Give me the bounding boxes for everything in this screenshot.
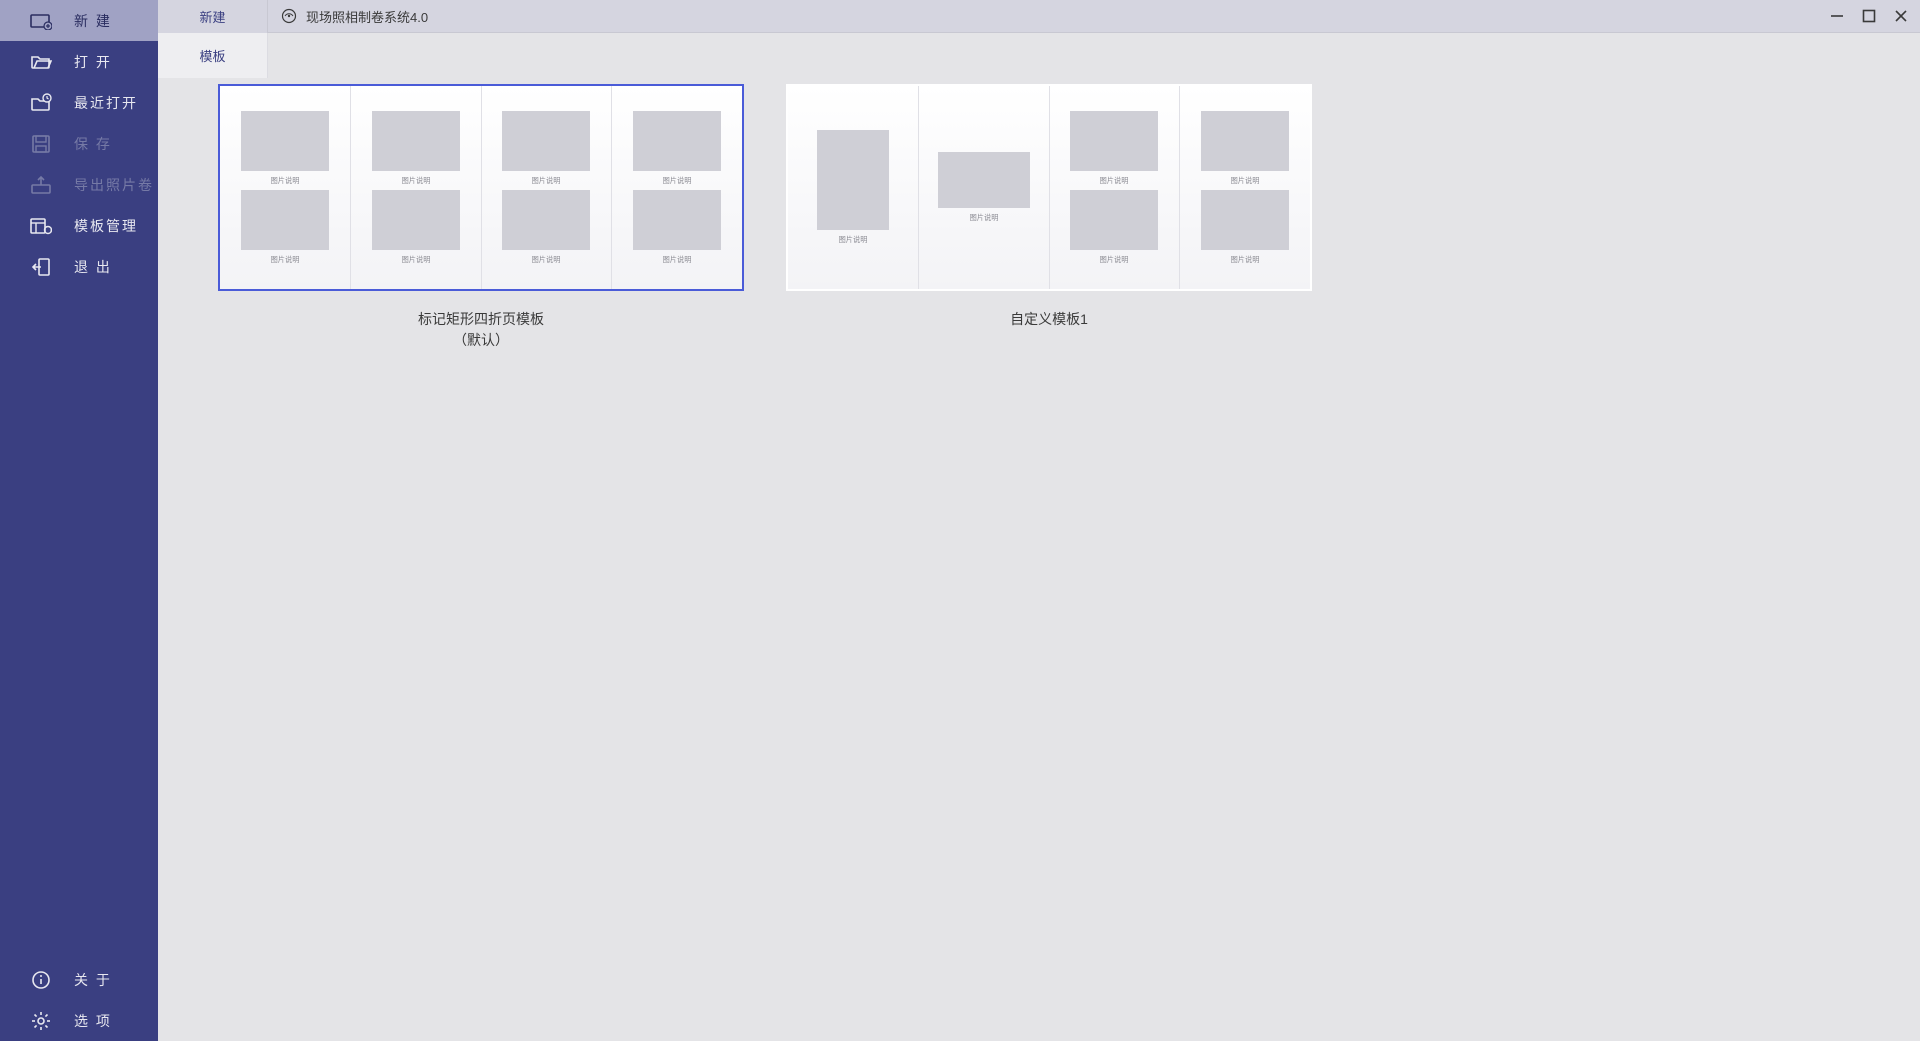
template-preview: 图片说明 图片说明 图片说明 图片说明 图片说明 图片说明: [218, 84, 744, 291]
placeholder-image: [372, 190, 460, 250]
save-icon: [30, 133, 52, 155]
placeholder-caption: 图片说明: [1231, 175, 1260, 185]
preview-page: 图片说明 图片说明: [1180, 86, 1310, 289]
template-title: 标记矩形四折页模板 （默认）: [418, 309, 544, 351]
sidebar-item-label: 选 项: [74, 1011, 112, 1031]
titlebar-tab-new[interactable]: 新建: [158, 0, 268, 33]
sidebar-item-about[interactable]: 关 于: [0, 959, 158, 1000]
sidebar-item-label: 最近打开: [74, 93, 138, 113]
placeholder-image: [1201, 190, 1289, 250]
sidebar-item-save: 保 存: [0, 123, 158, 164]
subtab-label: 模板: [199, 46, 225, 65]
placeholder-caption: 图片说明: [401, 254, 430, 264]
category-tabs: 模板: [158, 33, 1920, 78]
app-title: 现场照相制卷系统4.0: [306, 7, 428, 26]
sidebar-item-label: 保 存: [74, 134, 112, 154]
placeholder-caption: 图片说明: [969, 213, 998, 223]
sidebar-item-new[interactable]: 新 建: [0, 0, 158, 41]
preview-page: 图片说明 图片说明: [612, 86, 742, 289]
sidebar-item-label: 导出照片卷: [74, 175, 154, 195]
preview-page: 图片说明 图片说明: [482, 86, 613, 289]
placeholder-image: [633, 190, 721, 250]
placeholder-image: [241, 190, 329, 250]
sidebar-item-options[interactable]: 选 项: [0, 1000, 158, 1041]
sidebar-item-label: 模板管理: [74, 216, 138, 236]
placeholder-image: [1070, 111, 1158, 171]
placeholder-image: [1201, 111, 1289, 171]
app-icon: [280, 7, 298, 25]
main-area: 新建 现场照相制卷系统4.0 模板: [158, 0, 1920, 1041]
placeholder-caption: 图片说明: [532, 254, 561, 264]
template-list: 图片说明 图片说明 图片说明 图片说明 图片说明 图片说明: [218, 84, 1860, 351]
titlebar-tab-label: 新建: [199, 7, 225, 26]
sidebar-item-export: 导出照片卷: [0, 164, 158, 205]
titlebar: 新建 现场照相制卷系统4.0: [158, 0, 1920, 33]
sidebar-item-label: 打 开: [74, 52, 112, 72]
template-name: 自定义模板1: [1010, 309, 1088, 330]
sidebar-item-exit[interactable]: 退 出: [0, 246, 158, 287]
preview-page: 图片说明 图片说明: [1050, 86, 1181, 289]
sidebar-item-label: 新 建: [74, 11, 112, 31]
preview-page: 图片说明: [919, 86, 1050, 289]
placeholder-image: [938, 152, 1030, 208]
sidebar-item-template-mgmt[interactable]: 模板管理: [0, 205, 158, 246]
placeholder-caption: 图片说明: [663, 254, 692, 264]
gear-icon: [30, 1010, 52, 1032]
placeholder-caption: 图片说明: [1231, 254, 1260, 264]
window-controls: [1828, 7, 1920, 25]
placeholder-caption: 图片说明: [1100, 254, 1129, 264]
minimize-icon[interactable]: [1828, 7, 1846, 25]
folder-open-icon: [30, 51, 52, 73]
placeholder-image: [1070, 190, 1158, 250]
info-icon: [30, 969, 52, 991]
sidebar: 新 建 打 开 最近打开 保 存 导出照片卷 模板管理 退 出: [0, 0, 158, 1041]
export-icon: [30, 174, 52, 196]
placeholder-image: [241, 111, 329, 171]
placeholder-image: [372, 111, 460, 171]
placeholder-image: [817, 130, 889, 230]
placeholder-image: [502, 190, 590, 250]
template-name: 标记矩形四折页模板: [418, 309, 544, 330]
template-title: 自定义模板1: [1010, 309, 1088, 330]
sidebar-item-label: 退 出: [74, 257, 112, 277]
preview-page: 图片说明 图片说明: [351, 86, 482, 289]
maximize-icon[interactable]: [1860, 7, 1878, 25]
placeholder-caption: 图片说明: [663, 175, 692, 185]
app-title-area: 现场照相制卷系统4.0: [268, 7, 428, 26]
new-icon: [30, 10, 52, 32]
close-icon[interactable]: [1892, 7, 1910, 25]
sidebar-item-open[interactable]: 打 开: [0, 41, 158, 82]
folder-recent-icon: [30, 92, 52, 114]
placeholder-image: [633, 111, 721, 171]
preview-page: 图片说明 图片说明: [220, 86, 351, 289]
placeholder-image: [502, 111, 590, 171]
template-mgmt-icon: [30, 215, 52, 237]
placeholder-caption: 图片说明: [270, 254, 299, 264]
sidebar-item-label: 关 于: [74, 970, 112, 990]
preview-page: 图片说明: [788, 86, 919, 289]
placeholder-caption: 图片说明: [838, 235, 867, 245]
placeholder-caption: 图片说明: [270, 175, 299, 185]
subtab-templates[interactable]: 模板: [158, 33, 268, 78]
template-subtitle: （默认）: [418, 330, 544, 351]
template-card[interactable]: 图片说明 图片说明 图片说明 图片说明 图片说明: [786, 84, 1312, 330]
exit-icon: [30, 256, 52, 278]
placeholder-caption: 图片说明: [532, 175, 561, 185]
content: 图片说明 图片说明 图片说明 图片说明 图片说明 图片说明: [158, 78, 1920, 1041]
placeholder-caption: 图片说明: [1100, 175, 1129, 185]
placeholder-caption: 图片说明: [401, 175, 430, 185]
template-preview: 图片说明 图片说明 图片说明 图片说明 图片说明: [786, 84, 1312, 291]
sidebar-item-recent[interactable]: 最近打开: [0, 82, 158, 123]
template-card[interactable]: 图片说明 图片说明 图片说明 图片说明 图片说明 图片说明: [218, 84, 744, 351]
